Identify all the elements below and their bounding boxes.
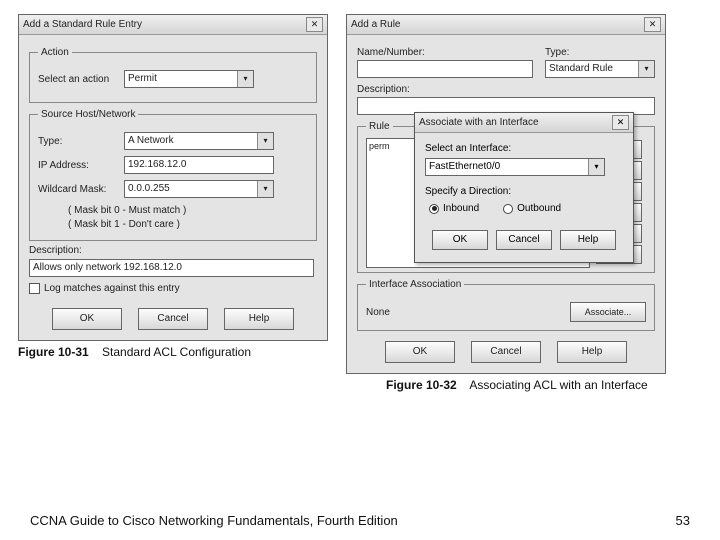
ok-button[interactable]: OK	[52, 308, 122, 330]
close-icon[interactable]: ✕	[306, 17, 323, 32]
book-title: CCNA Guide to Cisco Networking Fundament…	[30, 513, 398, 528]
mask-combo[interactable]: 0.0.0.255	[124, 180, 274, 198]
associate-button[interactable]: Associate...	[570, 302, 646, 322]
page-footer: CCNA Guide to Cisco Networking Fundament…	[30, 513, 690, 528]
help-button[interactable]: Help	[224, 308, 294, 330]
direction-label: Specify a Direction:	[425, 186, 623, 197]
interface-association-fieldset: Interface Association None Associate...	[357, 279, 655, 331]
window-title: Add a Rule	[351, 19, 644, 30]
action-combo[interactable]: Permit	[124, 70, 254, 88]
cancel-button[interactable]: Cancel	[471, 341, 541, 363]
type-combo[interactable]: A Network	[124, 132, 274, 150]
mask-label: Wildcard Mask:	[38, 184, 124, 195]
assoc-legend: Interface Association	[366, 279, 464, 290]
description-label: Description:	[357, 84, 655, 95]
ok-button[interactable]: OK	[385, 341, 455, 363]
action-legend: Action	[38, 47, 72, 58]
ip-input[interactable]: 192.168.12.0	[124, 156, 274, 174]
source-legend: Source Host/Network	[38, 109, 138, 120]
type-label: Type:	[545, 47, 655, 58]
cancel-button[interactable]: Cancel	[496, 230, 552, 250]
type-label: Type:	[38, 136, 124, 147]
titlebar: Add a Standard Rule Entry ✕	[19, 15, 327, 35]
window-add-standard-rule: Add a Standard Rule Entry ✕ Action Selec…	[18, 14, 328, 341]
description-input[interactable]: Allows only network 192.168.12.0	[29, 259, 314, 277]
figure-left-caption: Figure 10-31 Standard ACL Configuration	[18, 345, 328, 359]
type-combo[interactable]: Standard Rule	[545, 60, 655, 78]
titlebar: Associate with an Interface ✕	[415, 113, 633, 133]
action-label: Select an action	[38, 74, 124, 85]
radio-icon	[429, 204, 439, 214]
mask-help-1: ( Mask bit 0 - Must match )	[38, 204, 308, 218]
radio-icon	[503, 204, 513, 214]
figure-left: Add a Standard Rule Entry ✕ Action Selec…	[18, 14, 328, 392]
log-checkbox-row[interactable]: Log matches against this entry	[29, 283, 317, 294]
action-fieldset: Action Select an action Permit	[29, 47, 317, 103]
assoc-value: None	[366, 307, 570, 318]
mask-help-2: ( Mask bit 1 - Don't care )	[38, 218, 308, 232]
titlebar: Add a Rule ✕	[347, 15, 665, 35]
description-label: Description:	[29, 245, 317, 256]
figure-right: Add a Rule ✕ Name/Number: Type: Standard…	[346, 14, 666, 392]
rule-legend: Rule	[366, 121, 393, 132]
ok-button[interactable]: OK	[432, 230, 488, 250]
help-button[interactable]: Help	[560, 230, 616, 250]
source-fieldset: Source Host/Network Type: A Network IP A…	[29, 109, 317, 241]
name-input[interactable]	[357, 60, 533, 78]
cancel-button[interactable]: Cancel	[138, 308, 208, 330]
window-title: Add a Standard Rule Entry	[23, 19, 306, 30]
help-button[interactable]: Help	[557, 341, 627, 363]
log-checkbox[interactable]	[29, 283, 40, 294]
close-icon[interactable]: ✕	[612, 115, 629, 130]
interface-combo[interactable]: FastEthernet0/0	[425, 158, 605, 176]
name-label: Name/Number:	[357, 47, 533, 58]
figure-right-caption: Figure 10-32 Associating ACL with an Int…	[386, 378, 666, 392]
page-number: 53	[676, 513, 690, 528]
ip-label: IP Address:	[38, 160, 124, 171]
inbound-radio[interactable]: Inbound	[429, 203, 479, 214]
associate-interface-dialog: Associate with an Interface ✕ Select an …	[414, 112, 634, 263]
dialog-title: Associate with an Interface	[419, 117, 612, 128]
close-icon[interactable]: ✕	[644, 17, 661, 32]
outbound-radio[interactable]: Outbound	[503, 203, 561, 214]
select-interface-label: Select an Interface:	[425, 143, 623, 154]
log-label: Log matches against this entry	[44, 283, 180, 294]
